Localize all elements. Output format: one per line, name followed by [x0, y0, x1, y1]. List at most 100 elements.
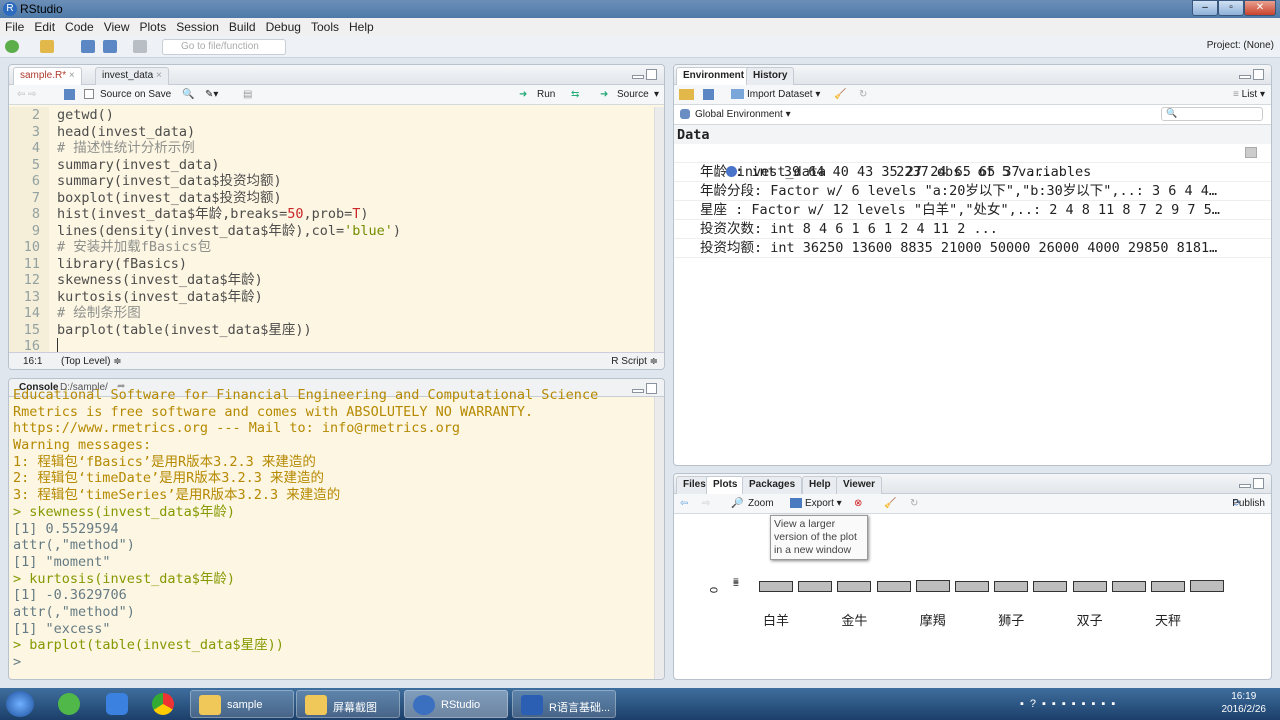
run-button[interactable]: Run — [537, 89, 555, 100]
expand-icon[interactable] — [725, 166, 737, 177]
taskbar-item-screenshots[interactable]: 屏幕截图 — [296, 690, 400, 718]
tab-environment[interactable]: Environment — [676, 67, 752, 85]
source-icon[interactable]: ➜ — [600, 89, 608, 100]
code-line[interactable]: 13 kurtosis(invest_data$年龄) — [9, 288, 657, 305]
pane-min-max[interactable] — [1239, 478, 1265, 490]
code-editor[interactable]: 2 getwd() 3 head(invest_data) 4 # 描述性统计分析示例 5 s… — [9, 107, 657, 355]
export-icon[interactable] — [790, 498, 802, 508]
source-button[interactable]: Source — [617, 89, 649, 100]
menu-debug[interactable]: Debug — [261, 18, 306, 36]
source-dropdown-icon[interactable]: ▾ — [654, 89, 659, 100]
close-tab-icon[interactable]: × — [156, 70, 162, 81]
code-line[interactable]: 12 skewness(invest_data$年龄) — [9, 272, 657, 289]
clear-broom-icon[interactable]: 🧹 — [834, 89, 846, 100]
start-button[interactable] — [6, 691, 34, 717]
menu-plots[interactable]: Plots — [135, 18, 172, 36]
code-line[interactable]: 5 summary(invest_data) — [9, 156, 657, 173]
refresh-icon[interactable]: ↻ — [910, 498, 918, 509]
project-menu[interactable]: Project: (None) — [1207, 40, 1274, 51]
zoom-button[interactable]: Zoom — [748, 498, 774, 509]
go-to-file-input[interactable]: Go to file/function — [162, 39, 286, 55]
tab-help[interactable]: Help — [802, 476, 838, 494]
code-line[interactable]: 7 boxplot(invest_data$投资均额) — [9, 189, 657, 206]
tab-sample-r[interactable]: sample.R* × — [13, 67, 82, 85]
tab-plots[interactable]: Plots — [706, 476, 745, 494]
code-line[interactable]: 6 summary(invest_data$投资均额) — [9, 173, 657, 190]
ie-browser-icon[interactable] — [58, 693, 80, 715]
maximize-button[interactable]: ▫ — [1218, 0, 1244, 16]
taskbar-item-rstudio[interactable]: RStudio — [404, 690, 508, 718]
source-on-save-checkbox[interactable] — [84, 89, 94, 99]
menu-session[interactable]: Session — [171, 18, 224, 36]
code-line[interactable]: 10 # 安装并加载fBasics包 — [9, 239, 657, 256]
bar-2 — [837, 580, 872, 592]
console-scrollbar[interactable] — [654, 397, 664, 679]
global-environment-dropdown[interactable]: Global Environment ▾ — [695, 109, 791, 120]
taskbar-item-sample[interactable]: sample — [190, 690, 294, 718]
menu-code[interactable]: Code — [60, 18, 99, 36]
code-tools-icon[interactable]: ✎▾ — [205, 89, 218, 100]
search-icon[interactable]: 🔍 — [182, 89, 194, 100]
menu-edit[interactable]: Edit — [29, 18, 60, 36]
menu-tools[interactable]: Tools — [306, 18, 344, 36]
publish-button[interactable]: Publish — [1232, 498, 1265, 509]
taskbar-item-word[interactable]: R语言基础... — [512, 690, 616, 718]
code-line[interactable]: 15 barplot(table(invest_data$星座)) — [9, 321, 657, 338]
env-object-row[interactable]: invest_data 2237 obs. of 5 variables — [674, 144, 1271, 180]
save-icon[interactable] — [81, 40, 95, 53]
view-data-icon[interactable] — [1245, 147, 1257, 158]
menu-help[interactable]: Help — [344, 18, 379, 36]
pane-min-max[interactable] — [632, 383, 658, 395]
code-line[interactable]: 14 # 绘制条形图 — [9, 305, 657, 322]
tab-viewer[interactable]: Viewer — [836, 476, 883, 494]
system-tray-icons[interactable]: ▪?▪▪▪▪▪▪▪▪ — [1020, 698, 1121, 710]
remove-plot-icon[interactable]: ⊗ — [854, 498, 862, 509]
print-icon[interactable] — [133, 40, 147, 53]
import-dataset-icon[interactable] — [731, 89, 744, 99]
tab-invest-data[interactable]: invest_data × — [95, 67, 169, 85]
code-line[interactable]: 4 # 描述性统计分析示例 — [9, 140, 657, 157]
code-line[interactable]: 9 lines(density(invest_data$年龄),col='blue… — [9, 222, 657, 239]
previous-plot-icon[interactable]: ⇦ — [680, 498, 688, 509]
tab-packages[interactable]: Packages — [742, 476, 803, 494]
code-line[interactable]: 8 hist(invest_data$年龄,breaks=50,prob=T) — [9, 206, 657, 223]
pane-min-max[interactable] — [632, 69, 658, 81]
rerun-icon[interactable]: ⇆ — [571, 89, 579, 100]
zoom-icon[interactable]: 🔎 — [731, 498, 743, 509]
list-view-dropdown[interactable]: ≡ List ▾ — [1233, 89, 1265, 100]
load-workspace-icon[interactable] — [679, 89, 694, 100]
close-tab-icon[interactable]: × — [69, 70, 75, 81]
minimize-button[interactable]: – — [1192, 0, 1218, 16]
import-dataset-button[interactable]: Import Dataset ▾ — [747, 89, 820, 100]
close-button[interactable]: ✕ — [1244, 0, 1276, 16]
tab-history[interactable]: History — [746, 67, 795, 85]
compile-report-icon[interactable]: ▤ — [243, 89, 252, 100]
editor-scrollbar[interactable] — [654, 107, 664, 353]
open-file-icon[interactable] — [40, 40, 54, 53]
chrome-icon[interactable] — [152, 693, 174, 715]
console-output[interactable]: Educational Software for Financial Engin… — [13, 387, 598, 671]
new-file-icon[interactable] — [5, 40, 19, 53]
menu-file[interactable]: File — [0, 18, 29, 36]
code-line[interactable]: 11 library(fBasics) — [9, 255, 657, 272]
app-icon[interactable] — [106, 693, 128, 715]
clock[interactable]: 16:19 2016/2/26 — [1222, 690, 1267, 716]
menu-build[interactable]: Build — [224, 18, 261, 36]
back-icon[interactable]: ⇦ ⇨ — [17, 89, 37, 100]
export-button[interactable]: Export ▾ — [805, 498, 842, 509]
next-plot-icon[interactable]: ⇨ — [702, 498, 710, 509]
code-token: ) — [360, 206, 369, 222]
environment-search-input[interactable]: 🔍 — [1161, 107, 1263, 121]
file-type-selector[interactable]: R Script ≑ — [611, 356, 658, 367]
pane-min-max[interactable] — [1239, 69, 1265, 81]
save-icon[interactable] — [64, 89, 75, 100]
refresh-icon[interactable]: ↻ — [859, 89, 867, 100]
save-all-icon[interactable] — [103, 40, 117, 53]
save-workspace-icon[interactable] — [703, 89, 714, 100]
run-icon[interactable]: ➜ — [519, 89, 527, 100]
menu-view[interactable]: View — [99, 18, 135, 36]
code-line[interactable]: 3 head(invest_data) — [9, 123, 657, 140]
code-line[interactable]: 2 getwd() — [9, 107, 657, 124]
clear-plots-broom-icon[interactable]: 🧹 — [884, 498, 896, 509]
scope-selector[interactable]: (Top Level) ≑ — [61, 356, 122, 367]
